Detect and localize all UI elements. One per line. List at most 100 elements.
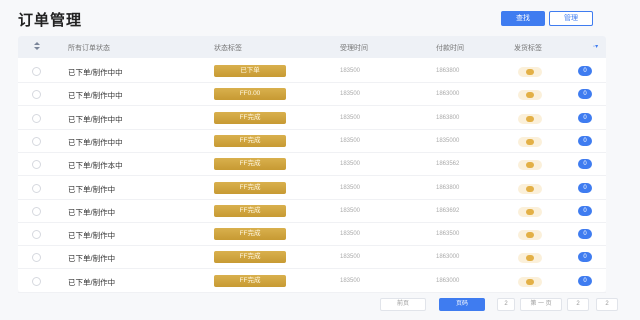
table-row[interactable]: 已下单/制作中 FF完成 183500 1863000 0 bbox=[18, 270, 606, 293]
row-checkbox[interactable] bbox=[32, 183, 41, 193]
accept-time: 183500 bbox=[340, 68, 361, 74]
row-action-button[interactable]: 0 bbox=[578, 182, 592, 193]
table-row[interactable]: 已下单/制作中中 已下单 183500 1863800 0 bbox=[18, 60, 606, 83]
page-button-2[interactable]: 第 一 页 bbox=[520, 298, 562, 311]
row-action-button[interactable]: 0 bbox=[578, 159, 592, 170]
pay-time: 1863800 bbox=[436, 114, 460, 121]
column-header-ship-tag[interactable]: 发货标签 bbox=[514, 43, 542, 53]
toggle-knob bbox=[526, 255, 534, 262]
sort-icon[interactable] bbox=[34, 42, 40, 51]
page-button-3[interactable]: 2 bbox=[567, 298, 589, 311]
table-row[interactable]: 已下单/制作中中 FF完成 183500 1835000 0 bbox=[18, 130, 606, 153]
row-checkbox[interactable] bbox=[32, 90, 41, 100]
table-row[interactable]: 已下单/制作中 FF完成 183500 1863800 0 bbox=[18, 177, 606, 200]
table-header: 所有订单状态 状态标签 受理时间 付款时间 发货标签 ◦▾ bbox=[18, 36, 606, 58]
row-action-button[interactable]: 0 bbox=[578, 229, 592, 240]
toggle-knob bbox=[526, 138, 534, 145]
row-action-button[interactable]: 0 bbox=[578, 252, 592, 263]
row-action-button[interactable]: 0 bbox=[578, 112, 592, 123]
page: 订单管理 查找 管理 所有订单状态 状态标签 受理时间 付款时间 发货标签 ◦▾… bbox=[0, 0, 640, 320]
status-tag: FF完成 bbox=[214, 251, 286, 264]
row-checkbox[interactable] bbox=[32, 230, 41, 240]
row-action-button[interactable]: 0 bbox=[578, 205, 592, 216]
order-status-text: 已下单/制作中 bbox=[68, 231, 116, 241]
status-tag: FF0.00 bbox=[214, 88, 286, 101]
status-tag: FF完成 bbox=[214, 181, 286, 194]
order-status-text: 已下单/制作中 bbox=[68, 254, 116, 264]
ship-toggle[interactable] bbox=[518, 90, 542, 101]
row-checkbox[interactable] bbox=[32, 113, 41, 123]
column-header-status-tag[interactable]: 状态标签 bbox=[214, 43, 242, 53]
row-action-button[interactable]: 0 bbox=[578, 275, 592, 286]
order-status-text: 已下单/制作中 bbox=[68, 277, 116, 287]
pay-time: 1863692 bbox=[436, 207, 460, 214]
status-tag: FF完成 bbox=[214, 204, 286, 217]
pay-time: 1835000 bbox=[436, 137, 460, 144]
toggle-knob bbox=[526, 185, 534, 192]
accept-time: 183500 bbox=[340, 114, 361, 121]
column-header-accept-time[interactable]: 受理时间 bbox=[340, 43, 368, 53]
page-button-4[interactable]: 2 bbox=[596, 298, 618, 311]
prev-page-button[interactable]: 前页 bbox=[380, 298, 426, 311]
row-checkbox[interactable] bbox=[32, 67, 41, 76]
toggle-knob bbox=[526, 208, 534, 215]
order-status-text: 已下单/制作中中 bbox=[68, 68, 123, 77]
toggle-knob bbox=[526, 92, 534, 99]
status-tag: 已下单 bbox=[214, 65, 286, 77]
ship-toggle[interactable] bbox=[518, 67, 542, 77]
column-header-order-status[interactable]: 所有订单状态 bbox=[68, 43, 110, 53]
toggle-knob bbox=[526, 69, 534, 75]
column-settings-icon[interactable]: ◦▾ bbox=[593, 43, 598, 50]
manage-button[interactable]: 管理 bbox=[549, 11, 593, 26]
header: 订单管理 查找 管理 bbox=[0, 0, 640, 36]
ship-toggle[interactable] bbox=[518, 183, 542, 194]
table-row[interactable]: 已下单/制作中 FF完成 183500 1863000 0 bbox=[18, 246, 606, 270]
order-status-text: 已下单/制作中 bbox=[68, 184, 116, 194]
ship-toggle[interactable] bbox=[518, 160, 542, 171]
table-row[interactable]: 已下单/制作本中 FF完成 183500 1863562 0 bbox=[18, 153, 606, 177]
page-button-1[interactable]: 2 bbox=[497, 298, 515, 311]
row-checkbox[interactable] bbox=[32, 206, 41, 216]
pay-time: 1863500 bbox=[436, 231, 460, 238]
table-row[interactable]: 已下单/制作中中 FF完成 183500 1863800 0 bbox=[18, 107, 606, 130]
row-action-button[interactable]: 0 bbox=[578, 89, 592, 100]
toggle-knob bbox=[526, 278, 534, 285]
toggle-knob bbox=[526, 162, 534, 169]
search-button[interactable]: 查找 bbox=[501, 11, 545, 26]
row-checkbox[interactable] bbox=[32, 160, 41, 170]
pay-time: 1863562 bbox=[436, 161, 460, 168]
row-action-button[interactable]: 0 bbox=[578, 135, 592, 146]
accept-time: 183500 bbox=[340, 161, 361, 168]
accept-time: 183500 bbox=[340, 277, 361, 284]
column-header-pay-time[interactable]: 付款时间 bbox=[436, 43, 464, 53]
accept-time: 183500 bbox=[340, 91, 361, 98]
orders-table: 所有订单状态 状态标签 受理时间 付款时间 发货标签 ◦▾ 已下单/制作中中 已下… bbox=[18, 36, 606, 293]
accept-time: 183500 bbox=[340, 254, 361, 261]
row-checkbox[interactable] bbox=[32, 276, 41, 286]
accept-time: 183500 bbox=[340, 184, 361, 191]
ship-toggle[interactable] bbox=[518, 253, 542, 264]
table-row[interactable]: 已下单/制作中 FF完成 183500 1863500 0 bbox=[18, 223, 606, 247]
ship-toggle[interactable] bbox=[518, 136, 542, 147]
order-status-text: 已下单/制作中中 bbox=[68, 114, 123, 124]
order-status-text: 已下单/制作中中 bbox=[68, 91, 123, 101]
status-tag: FF完成 bbox=[214, 228, 286, 241]
pay-time: 1863000 bbox=[436, 254, 460, 261]
accept-time: 183500 bbox=[340, 231, 361, 238]
row-checkbox[interactable] bbox=[32, 253, 41, 263]
order-status-text: 已下单/制作本中 bbox=[68, 161, 123, 171]
pagination: 前页 页码 2 第 一 页 2 2 bbox=[0, 296, 640, 314]
ship-toggle[interactable] bbox=[518, 276, 542, 287]
table-row[interactable]: 已下单/制作中中 FF0.00 183500 1863000 0 bbox=[18, 83, 606, 107]
current-page-button[interactable]: 页码 bbox=[439, 298, 485, 311]
pay-time: 1863000 bbox=[436, 277, 460, 284]
toggle-knob bbox=[526, 115, 534, 122]
row-checkbox[interactable] bbox=[32, 136, 41, 146]
row-action-button[interactable]: 0 bbox=[578, 66, 592, 76]
ship-toggle[interactable] bbox=[518, 206, 542, 217]
order-status-text: 已下单/制作中中 bbox=[68, 137, 123, 147]
table-row[interactable]: 已下单/制作中 FF完成 183500 1863692 0 bbox=[18, 200, 606, 223]
ship-toggle[interactable] bbox=[518, 230, 542, 241]
ship-toggle[interactable] bbox=[518, 113, 542, 124]
status-tag: FF完成 bbox=[214, 134, 286, 147]
